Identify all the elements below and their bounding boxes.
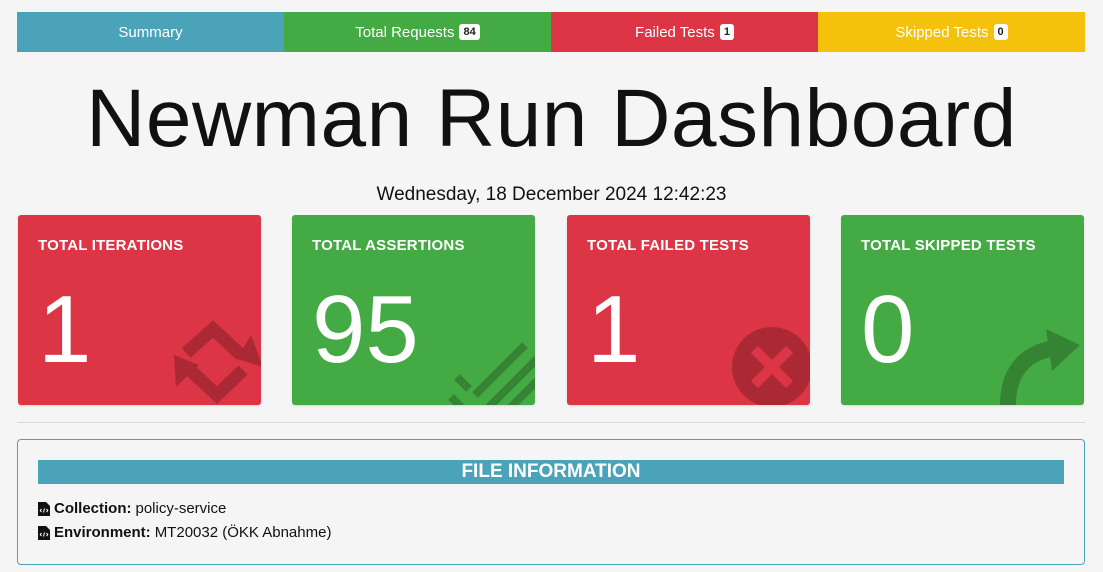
arrow-up-right-icon: [1000, 329, 1080, 405]
card-label: TOTAL SKIPPED TESTS: [861, 237, 1036, 254]
card-total-assertions: TOTAL ASSERTIONS 95: [292, 215, 535, 405]
card-total-skipped-tests: TOTAL SKIPPED TESTS 0: [841, 215, 1084, 405]
file-code-icon: [38, 525, 50, 540]
file-information-panel: FILE INFORMATION Collection: policy-serv…: [17, 439, 1085, 565]
page-title: Newman Run Dashboard: [86, 73, 1017, 164]
tab-skipped-tests-label: Skipped Tests: [895, 23, 989, 41]
nav-tabs: Summary Total Requests 84 Failed Tests 1…: [17, 12, 1085, 52]
file-code-icon: [38, 501, 50, 516]
tab-skipped-tests[interactable]: Skipped Tests 0: [818, 12, 1085, 52]
total-requests-badge: 84: [459, 24, 480, 40]
collection-label: Collection:: [54, 500, 132, 517]
card-value: 1: [38, 276, 92, 383]
run-datetime: Wednesday, 18 December 2024 12:42:23: [376, 184, 727, 205]
check-stripes-icon: [448, 342, 535, 405]
tab-total-requests-label: Total Requests: [355, 23, 455, 41]
skipped-tests-badge: 0: [993, 24, 1008, 40]
tab-summary[interactable]: Summary: [17, 12, 284, 52]
tab-total-requests[interactable]: Total Requests 84: [284, 12, 551, 52]
environment-value: MT20032 (ÖKK Abnahme): [154, 524, 332, 541]
card-total-iterations: TOTAL ITERATIONS 1: [18, 215, 261, 405]
environment-label: Environment:: [54, 524, 151, 541]
repeat-icon: [174, 320, 261, 404]
divider: [17, 422, 1085, 423]
tab-summary-label: Summary: [118, 23, 183, 41]
card-value: 0: [861, 276, 915, 383]
card-label: TOTAL ITERATIONS: [38, 237, 184, 254]
file-information-heading: FILE INFORMATION: [38, 460, 1064, 484]
failed-tests-badge: 1: [719, 24, 734, 40]
collection-value: policy-service: [135, 500, 227, 517]
tab-failed-tests-label: Failed Tests: [635, 23, 715, 41]
environment-row: Environment: MT20032 (ÖKK Abnahme): [38, 524, 331, 541]
card-value: 95: [312, 276, 419, 383]
card-total-failed-tests: TOTAL FAILED TESTS 1: [567, 215, 810, 405]
tab-failed-tests[interactable]: Failed Tests 1: [551, 12, 818, 52]
collection-row: Collection: policy-service: [38, 500, 226, 517]
x-circle-icon: [732, 327, 810, 405]
card-value: 1: [587, 276, 641, 383]
card-label: TOTAL ASSERTIONS: [312, 237, 465, 254]
card-label: TOTAL FAILED TESTS: [587, 237, 749, 254]
